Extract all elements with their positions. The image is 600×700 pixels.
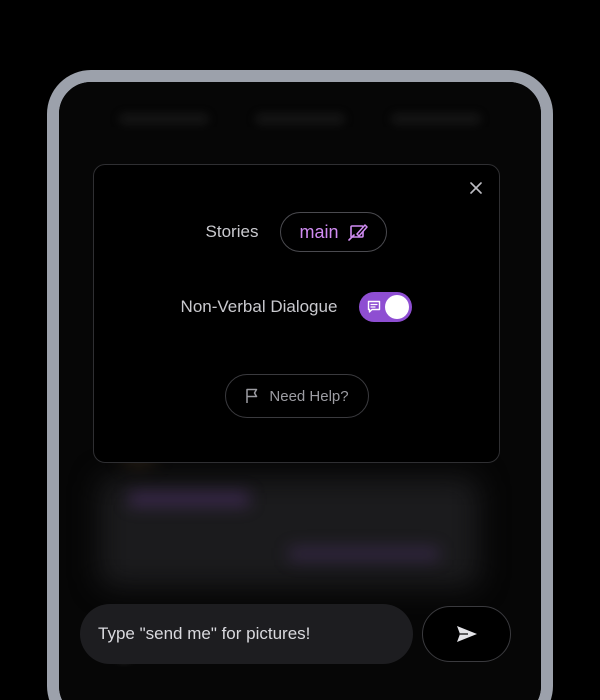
chat-bubble-icon <box>368 300 381 313</box>
message-input[interactable] <box>80 604 413 664</box>
close-button[interactable] <box>467 179 485 197</box>
send-button[interactable] <box>422 606 511 662</box>
stories-row: Stories main <box>94 211 499 253</box>
stories-label: Stories <box>205 222 259 241</box>
need-help-label: Need Help? <box>269 387 349 405</box>
stories-value: main <box>299 221 339 242</box>
blurred-accent <box>129 492 249 506</box>
nonverbal-toggle[interactable] <box>359 292 413 322</box>
toggle-knob <box>385 295 410 319</box>
close-icon <box>470 182 482 194</box>
edit-story-icon <box>348 224 369 241</box>
blurred-nav <box>119 114 481 128</box>
need-help-button[interactable]: Need Help? <box>225 374 369 418</box>
message-input-wrapper <box>80 604 413 664</box>
send-arrow-icon <box>456 626 477 642</box>
app-stage: Stories main Non-Verbal Dialogue Need He… <box>0 0 600 700</box>
settings-popup: Stories main Non-Verbal Dialogue Need He… <box>93 164 500 463</box>
stories-selector-button[interactable]: main <box>280 212 388 252</box>
blurred-accent <box>289 547 439 561</box>
nonverbal-label: Non-Verbal Dialogue <box>180 297 338 316</box>
nonverbal-row: Non-Verbal Dialogue <box>94 289 499 325</box>
flag-icon <box>246 388 258 403</box>
